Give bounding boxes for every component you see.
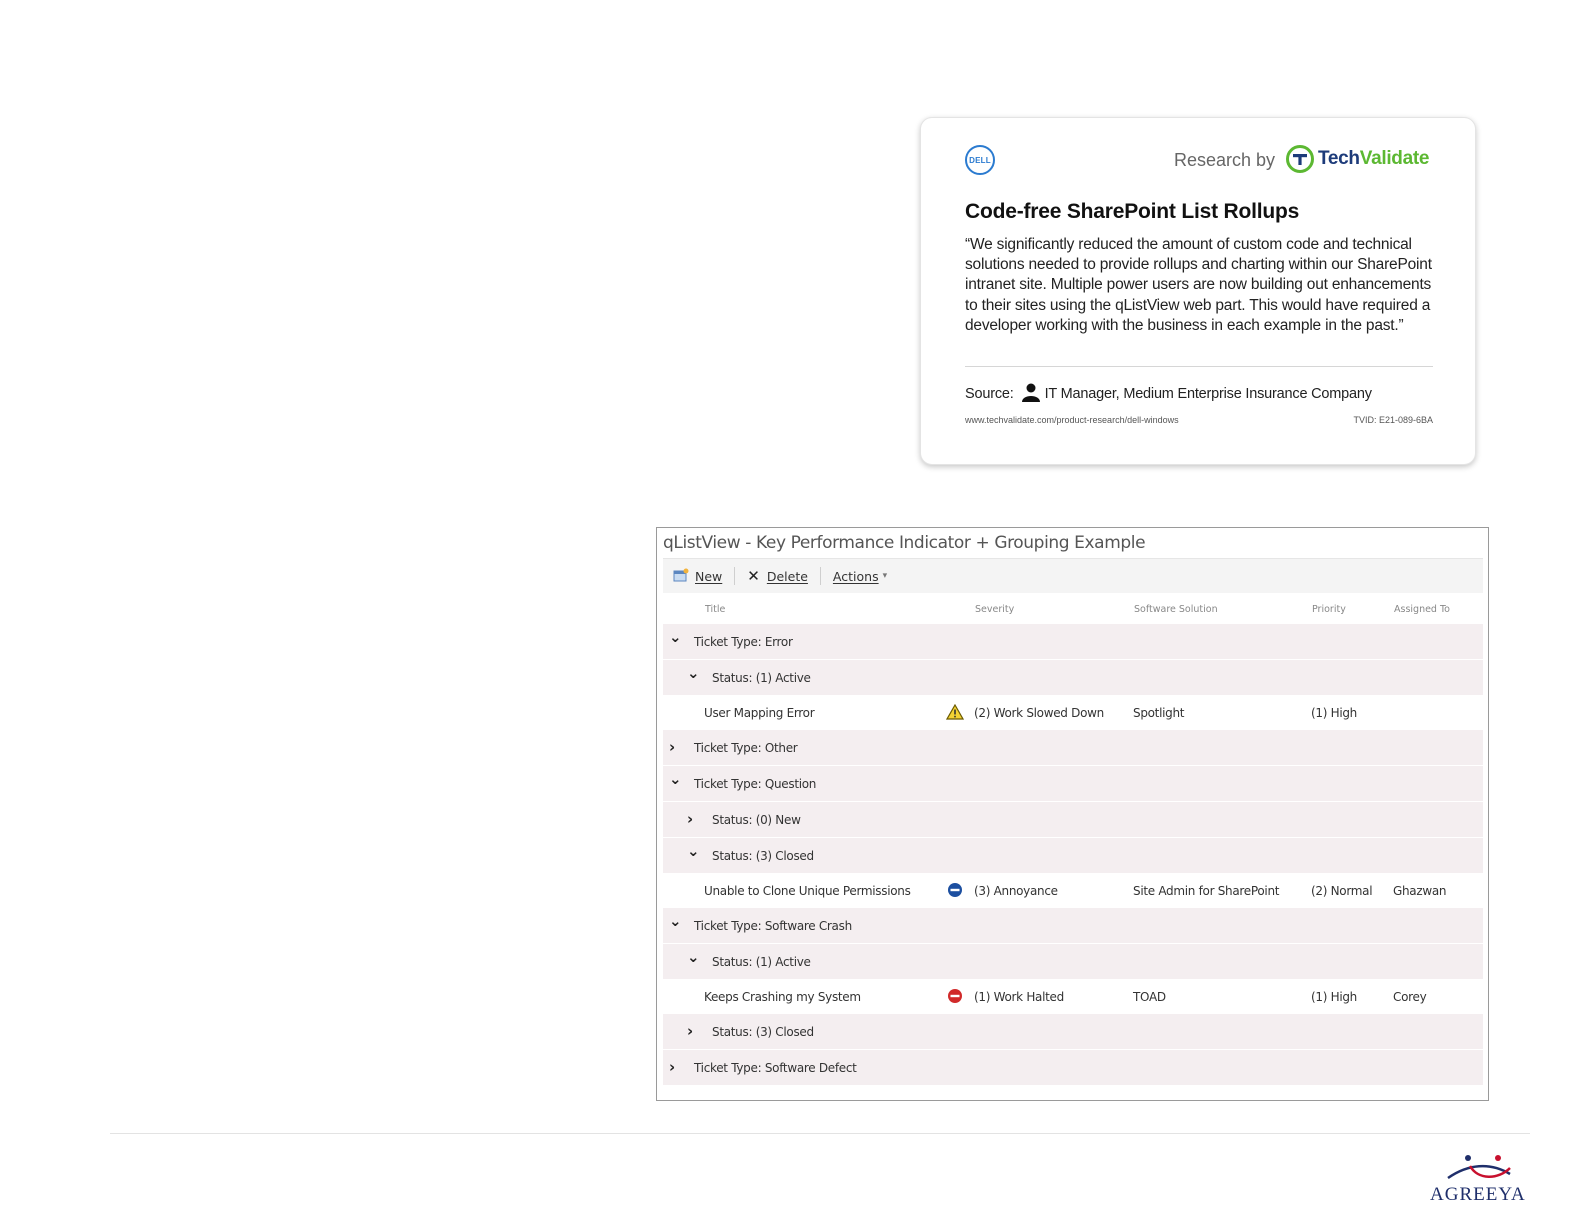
column-header-assigned[interactable]: Assigned To — [1394, 604, 1450, 615]
person-icon — [1021, 382, 1041, 406]
list-body: ⌄ Ticket Type: Error ⌄ Status: (1) Active Us… — [663, 624, 1483, 1086]
cell-assigned: Ghazwan — [1393, 884, 1447, 898]
agreeya-wordmark: AGREEYA — [1430, 1184, 1526, 1205]
group-row-status[interactable]: ⌄ Status: (3) Closed — [663, 838, 1483, 874]
group-label: Status: (3) Closed — [712, 1025, 814, 1039]
chevron-down-icon[interactable]: ⌄ — [687, 842, 700, 860]
chevron-right-icon[interactable]: › — [669, 1058, 675, 1076]
warning-icon — [945, 703, 965, 723]
source-value: IT Manager, Medium Enterprise Insurance … — [1044, 386, 1372, 402]
cell-title[interactable]: Unable to Clone Unique Permissions — [704, 884, 911, 898]
new-item-icon — [673, 568, 689, 585]
group-label: Status: (0) New — [712, 813, 801, 827]
cell-priority: (1) High — [1311, 990, 1357, 1004]
cell-software: TOAD — [1133, 990, 1166, 1004]
cell-priority: (2) Normal — [1311, 884, 1373, 898]
chevron-down-icon[interactable]: ⌄ — [669, 770, 682, 788]
minus-circle-icon — [947, 882, 963, 901]
group-label: Status: (1) Active — [712, 671, 811, 685]
techvalidate-wordmark: TechValidate — [1318, 148, 1429, 170]
cell-title[interactable]: User Mapping Error — [704, 706, 815, 720]
chevron-right-icon[interactable]: › — [687, 1022, 693, 1040]
actions-menu-label: Actions — [832, 568, 879, 584]
card-divider — [965, 366, 1433, 367]
webpart-title: qListView - Key Performance Indicator + … — [663, 533, 1146, 553]
techvalidate-logo-icon — [1286, 145, 1314, 173]
card-tvid: TVID: E21-089-6BA — [1353, 415, 1433, 425]
column-header-title[interactable]: Title — [705, 604, 725, 615]
chevron-down-icon[interactable]: ⌄ — [669, 912, 682, 930]
close-icon: ✕ — [747, 567, 760, 585]
group-row-ticket-type[interactable]: › Ticket Type: Other — [663, 730, 1483, 766]
chevron-right-icon[interactable]: › — [687, 810, 693, 828]
dell-logo: DELL — [965, 145, 995, 175]
group-label: Status: (1) Active — [712, 955, 811, 969]
chevron-down-icon[interactable]: ⌄ — [687, 948, 700, 966]
table-row[interactable]: Keeps Crashing my System (1) Work Halted T… — [663, 980, 1483, 1014]
card-url[interactable]: www.techvalidate.com/product-research/de… — [965, 415, 1179, 425]
cell-severity: (2) Work Slowed Down — [974, 706, 1104, 720]
group-label: Status: (3) Closed — [712, 849, 814, 863]
column-header-severity[interactable]: Severity — [975, 604, 1014, 615]
group-label: Ticket Type: Software Crash — [694, 919, 852, 933]
group-row-status[interactable]: ⌄ Status: (1) Active — [663, 944, 1483, 980]
cell-software: Site Admin for SharePoint — [1133, 884, 1280, 898]
column-header-software[interactable]: Software Solution — [1134, 604, 1218, 615]
table-row[interactable]: User Mapping Error (2) Work Slowed Down Sp… — [663, 696, 1483, 730]
group-row-ticket-type[interactable]: ⌄ Ticket Type: Question — [663, 766, 1483, 802]
techvalidate-logo: TechValidate — [1286, 145, 1429, 173]
cell-title[interactable]: Keeps Crashing my System — [704, 990, 861, 1004]
new-button-label: New — [695, 568, 723, 584]
chevron-down-icon[interactable]: ⌄ — [669, 628, 682, 646]
agreeya-logo: AGREEYA — [1428, 1150, 1538, 1206]
source-label: Source: — [965, 386, 1014, 402]
cell-assigned: Corey — [1393, 990, 1427, 1004]
techvalidate-wordmark-validate: Validate — [1359, 148, 1430, 169]
research-by-label: Research by — [1174, 150, 1276, 170]
group-row-status[interactable]: › Status: (3) Closed — [663, 1014, 1483, 1050]
actions-menu[interactable]: Actions ▾ — [833, 569, 887, 584]
group-label: Ticket Type: Question — [694, 777, 817, 791]
table-row[interactable]: Unable to Clone Unique Permissions (3) An… — [663, 874, 1483, 908]
group-row-status[interactable]: ⌄ Status: (1) Active — [663, 660, 1483, 696]
cell-priority: (1) High — [1311, 706, 1357, 720]
group-label: Ticket Type: Software Defect — [694, 1061, 857, 1075]
agreeya-swoosh-icon — [1447, 1155, 1511, 1180]
toolbar-separator — [734, 567, 736, 585]
cell-software: Spotlight — [1133, 706, 1185, 720]
group-label: Ticket Type: Other — [694, 741, 798, 755]
list-toolbar: New ✕ Delete Actions ▾ — [663, 558, 1483, 593]
stop-icon — [947, 988, 963, 1007]
card-quote: “We significantly reduced the amount of … — [965, 236, 1432, 334]
cell-severity: (1) Work Halted — [974, 990, 1064, 1004]
card-source: Source: IT Manager, Medium Enterprise In… — [965, 382, 1372, 406]
chevron-down-icon[interactable]: ⌄ — [687, 664, 700, 682]
qlistview-webpart: qListView - Key Performance Indicator + … — [656, 527, 1489, 1101]
toolbar-separator — [819, 567, 821, 585]
card-title: Code-free SharePoint List Rollups — [965, 200, 1300, 223]
group-row-ticket-type[interactable]: ⌄ Ticket Type: Software Crash — [663, 908, 1483, 944]
group-row-status[interactable]: › Status: (0) New — [663, 802, 1483, 838]
group-row-ticket-type[interactable]: ⌄ Ticket Type: Error — [663, 624, 1483, 660]
techvalidate-wordmark-tech: Tech — [1318, 148, 1360, 169]
footer-divider — [110, 1133, 1530, 1134]
column-headers: Title Severity Software Solution Priorit… — [663, 598, 1483, 622]
group-row-ticket-type[interactable]: › Ticket Type: Software Defect — [663, 1050, 1483, 1086]
group-label: Ticket Type: Error — [694, 635, 793, 649]
techvalidate-card: DELL Research by TechValidate Code-free … — [920, 117, 1476, 465]
chevron-right-icon[interactable]: › — [669, 738, 675, 756]
new-button[interactable]: New — [673, 568, 722, 585]
delete-button-label: Delete — [766, 568, 808, 584]
delete-button[interactable]: ✕ Delete — [747, 567, 808, 585]
chevron-down-icon: ▾ — [882, 571, 888, 581]
column-header-priority[interactable]: Priority — [1312, 604, 1346, 615]
cell-severity: (3) Annoyance — [974, 884, 1058, 898]
